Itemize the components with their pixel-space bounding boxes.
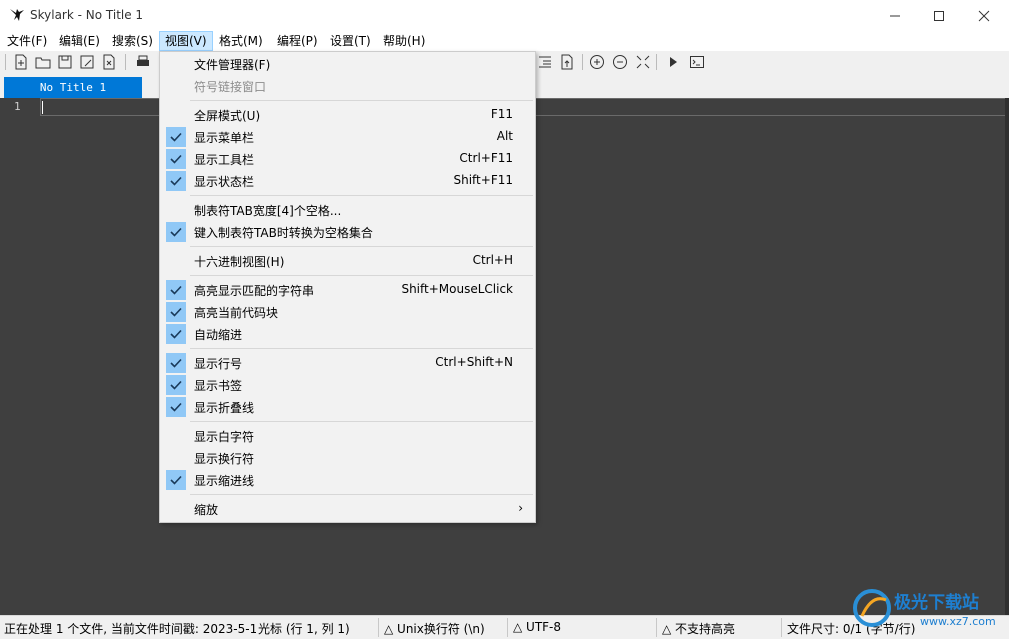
- menu-item-zoom[interactable]: 缩放 ›: [162, 498, 533, 520]
- menu-item-show-line-numbers[interactable]: 显示行号 Ctrl+Shift+N: [162, 352, 533, 374]
- toolbar-separator: [656, 54, 657, 70]
- menu-item-highlight-block[interactable]: 高亮当前代码块: [162, 301, 533, 323]
- menu-search[interactable]: 搜索(S): [107, 31, 158, 51]
- toolbar-separator: [582, 54, 583, 70]
- shortcut-label: Alt: [496, 129, 513, 143]
- shortcut-label: Ctrl+Shift+N: [435, 355, 513, 369]
- indent-icon[interactable]: [536, 53, 554, 71]
- menu-separator: [190, 195, 533, 196]
- checkmark-icon: [166, 149, 186, 169]
- save-as-icon[interactable]: [78, 53, 96, 71]
- close-button[interactable]: [961, 0, 1007, 31]
- save-icon[interactable]: [56, 53, 74, 71]
- editor-edge: [1005, 98, 1009, 615]
- line-number: 1: [14, 100, 21, 113]
- menu-separator: [190, 246, 533, 247]
- status-cursor: 光标 (行 1, 列 1): [258, 622, 350, 636]
- menu-bar: 文件(F) 编辑(E) 搜索(S) 视图(V) 格式(M) 编程(P) 设置(T…: [0, 31, 1009, 51]
- menu-item-show-menubar[interactable]: 显示菜单栏 Alt: [162, 126, 533, 148]
- menu-item-tab-width[interactable]: 制表符TAB宽度[4]个空格...: [162, 199, 533, 221]
- status-encoding[interactable]: △ UTF-8: [513, 620, 653, 634]
- menu-separator: [190, 421, 533, 422]
- terminal-icon[interactable]: [688, 53, 706, 71]
- fit-zoom-icon[interactable]: [634, 53, 652, 71]
- shortcut-label: Ctrl+F11: [459, 151, 513, 165]
- tab-no-title-1[interactable]: No Title 1: [4, 77, 142, 98]
- new-file-icon[interactable]: [12, 53, 30, 71]
- menu-separator: [190, 494, 533, 495]
- status-divider: [656, 618, 657, 637]
- checkmark-icon: [166, 280, 186, 300]
- menu-help[interactable]: 帮助(H): [378, 31, 430, 51]
- checkmark-icon: [166, 324, 186, 344]
- checkmark-icon: [166, 127, 186, 147]
- watermark-url: www.xz7.com: [920, 615, 996, 628]
- view-menu-dropdown: 文件管理器(F) 符号链接窗口 全屏模式(U) F11 显示菜单栏 Alt 显示…: [159, 51, 536, 523]
- file-upload-icon[interactable]: [558, 53, 576, 71]
- menu-item-show-whitespace[interactable]: 显示白字符: [162, 425, 533, 447]
- watermark-logo: 极光下载站 www.xz7.com: [850, 586, 1005, 630]
- menu-item-highlight-matches[interactable]: 高亮显示匹配的字符串 Shift+MouseLClick: [162, 279, 533, 301]
- menu-item-file-manager[interactable]: 文件管理器(F): [162, 53, 533, 75]
- status-divider: [378, 618, 379, 637]
- menu-item-show-bookmarks[interactable]: 显示书签: [162, 374, 533, 396]
- menu-item-fullscreen[interactable]: 全屏模式(U) F11: [162, 104, 533, 126]
- menu-program[interactable]: 编程(P): [272, 31, 323, 51]
- print-icon[interactable]: [134, 53, 152, 71]
- menu-item-hex-view[interactable]: 十六进制视图(H) Ctrl+H: [162, 250, 533, 272]
- shortcut-label: Shift+MouseLClick: [401, 282, 513, 296]
- shortcut-label: Ctrl+H: [472, 253, 513, 267]
- shortcut-label: F11: [490, 107, 513, 121]
- skylark-logo-icon: [10, 9, 24, 21]
- status-processing: 正在处理 1 个文件, 当前文件时间戳: 2023-5-1: [4, 622, 256, 636]
- status-divider: [507, 618, 508, 637]
- watermark-graphic: 极光下载站 www.xz7.com: [853, 589, 996, 628]
- menu-separator: [190, 100, 533, 101]
- window-title: Skylark - No Title 1: [30, 8, 144, 22]
- watermark-text: 极光下载站: [894, 592, 979, 613]
- menu-separator: [190, 348, 533, 349]
- line-number-gutter: 1: [0, 98, 40, 615]
- open-folder-icon[interactable]: [34, 53, 52, 71]
- zoom-out-icon[interactable]: [611, 53, 629, 71]
- minimize-button[interactable]: [872, 0, 918, 31]
- toolbar-separator: [5, 54, 6, 70]
- maximize-icon: [934, 10, 944, 21]
- zoom-in-icon[interactable]: [588, 53, 606, 71]
- maximize-button[interactable]: [916, 0, 962, 31]
- chevron-right-icon: ›: [518, 501, 523, 515]
- close-icon: [978, 10, 990, 21]
- toolbar-separator: [125, 54, 126, 70]
- menu-settings[interactable]: 设置(T): [325, 31, 376, 51]
- minimize-icon: [890, 15, 900, 16]
- menu-separator: [190, 275, 533, 276]
- menu-item-show-toolbar[interactable]: 显示工具栏 Ctrl+F11: [162, 148, 533, 170]
- text-caret: [42, 101, 43, 114]
- checkmark-icon: [166, 375, 186, 395]
- checkmark-icon: [166, 353, 186, 373]
- status-eol[interactable]: △ Unix换行符 (\n): [384, 620, 504, 637]
- menu-format[interactable]: 格式(M): [214, 31, 268, 51]
- close-file-icon[interactable]: [100, 53, 118, 71]
- status-highlight[interactable]: △ 不支持高亮: [662, 620, 777, 637]
- menu-edit[interactable]: 编辑(E): [54, 31, 105, 51]
- checkmark-icon: [166, 470, 186, 490]
- status-divider: [781, 618, 782, 637]
- menu-item-show-eol[interactable]: 显示换行符: [162, 447, 533, 469]
- menu-item-symlink-window[interactable]: 符号链接窗口: [162, 75, 533, 97]
- menu-file[interactable]: 文件(F): [2, 31, 52, 51]
- title-bar: Skylark - No Title 1: [0, 0, 1009, 31]
- run-icon[interactable]: [664, 53, 682, 71]
- shortcut-label: Shift+F11: [453, 173, 513, 187]
- menu-item-tab-to-spaces[interactable]: 键入制表符TAB时转换为空格集合: [162, 221, 533, 243]
- checkmark-icon: [166, 222, 186, 242]
- menu-item-auto-indent[interactable]: 自动缩进: [162, 323, 533, 345]
- menu-view[interactable]: 视图(V): [159, 31, 213, 51]
- checkmark-icon: [166, 397, 186, 417]
- checkmark-icon: [166, 171, 186, 191]
- menu-item-show-indent-guides[interactable]: 显示缩进线: [162, 469, 533, 491]
- checkmark-icon: [166, 302, 186, 322]
- menu-item-show-fold-lines[interactable]: 显示折叠线: [162, 396, 533, 418]
- menu-item-show-statusbar[interactable]: 显示状态栏 Shift+F11: [162, 170, 533, 192]
